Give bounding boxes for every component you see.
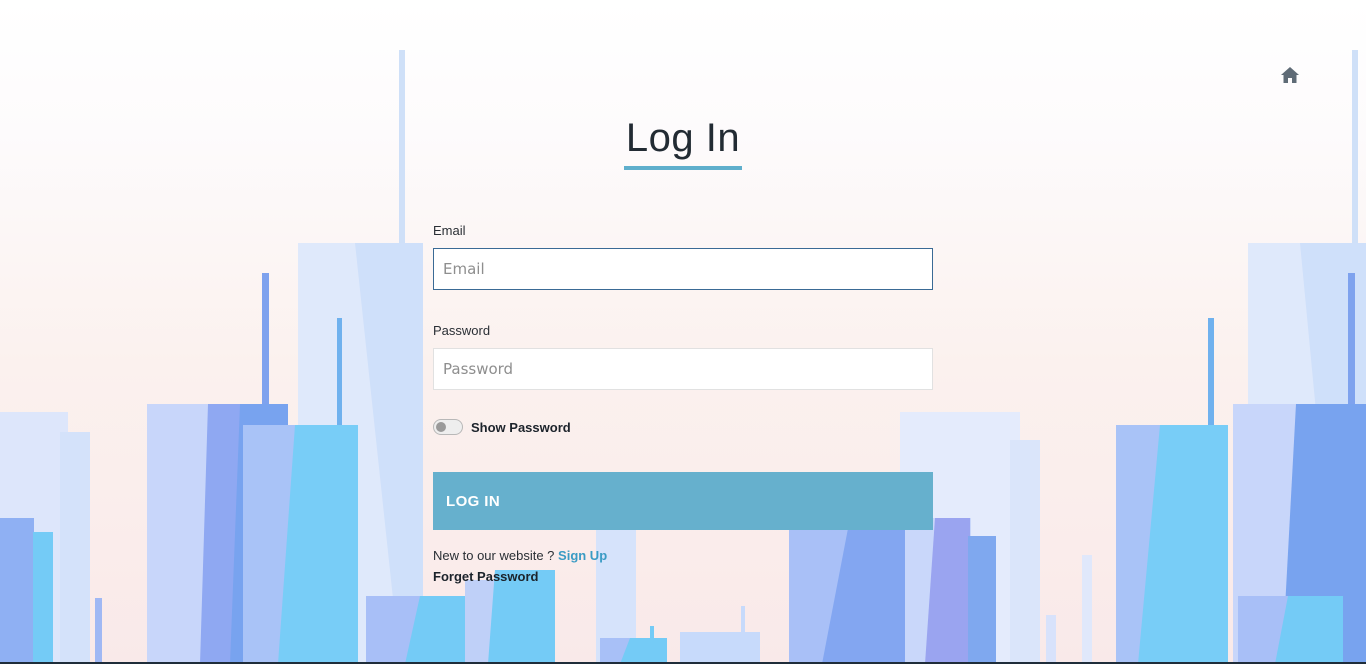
email-label: Email	[433, 223, 466, 238]
password-field[interactable]	[433, 348, 933, 390]
password-label: Password	[433, 323, 491, 338]
show-password-toggle[interactable]	[433, 419, 463, 435]
signup-link[interactable]: Sign Up	[558, 548, 607, 563]
email-field[interactable]	[433, 248, 933, 290]
login-button[interactable]: LOG IN	[433, 472, 933, 530]
toggle-knob	[436, 422, 446, 432]
show-password-row: Show Password	[433, 418, 933, 436]
login-form: Email Password Show Password LOG IN New …	[433, 223, 933, 584]
new-user-text: New to our website ?	[433, 548, 555, 563]
signup-prompt: New to our website ? Sign Up	[433, 548, 933, 563]
home-icon[interactable]	[1280, 66, 1300, 84]
forget-password-link[interactable]: Forget Password	[433, 569, 933, 584]
page-title: Log In	[623, 116, 743, 170]
show-password-label: Show Password	[471, 419, 571, 435]
login-button-label: LOG IN	[446, 492, 501, 510]
